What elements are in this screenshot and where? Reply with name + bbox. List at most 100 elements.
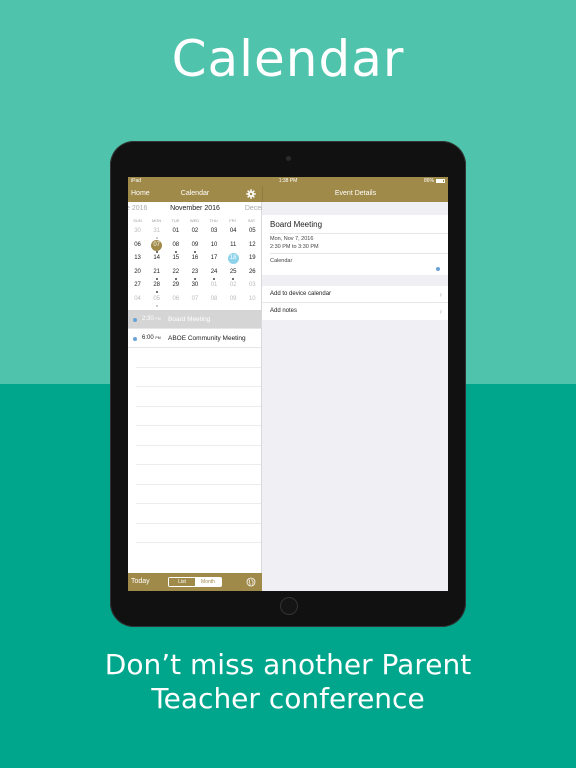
chevron-right-icon: ›: [439, 290, 442, 299]
calendar-day[interactable]: 30: [128, 226, 147, 240]
action-label: Add to device calendar: [270, 291, 332, 297]
home-button[interactable]: Home: [131, 186, 150, 202]
calendar-day-selected[interactable]: 07: [147, 239, 166, 254]
calendar-day[interactable]: 22: [166, 267, 185, 281]
left-navbar: Calendar Home: [128, 186, 262, 202]
device-screen: iPad 1:38 PM 86% Calendar Home Event Det…: [128, 177, 448, 591]
month-view-button[interactable]: Month: [195, 578, 221, 586]
weekday-label: FRI: [229, 218, 236, 223]
calendar-day[interactable]: 19: [243, 253, 262, 267]
calendar-day[interactable]: 15: [166, 253, 185, 267]
weekday-label: MON: [151, 218, 162, 223]
headline: Calendar: [171, 30, 405, 88]
calendar-day[interactable]: 20: [128, 267, 147, 281]
gear-icon[interactable]: [246, 189, 256, 199]
weekday-header: SUN MON TUE WED THU FRI SAT: [128, 216, 261, 226]
calendar-day[interactable]: 10: [205, 240, 224, 254]
list-item: [136, 426, 261, 446]
list-item: [136, 465, 261, 485]
today-button[interactable]: Today: [131, 573, 150, 591]
calendar-day[interactable]: 28: [147, 280, 166, 294]
calendar-day[interactable]: 26: [243, 267, 262, 281]
calendar-day[interactable]: 13: [128, 253, 147, 267]
right-navbar: Event Details: [262, 186, 448, 202]
calendar-day[interactable]: 17: [205, 253, 224, 267]
list-item: [136, 446, 261, 465]
globe-icon[interactable]: [246, 577, 256, 587]
event-detail-date: Mon, Nov 7, 2016: [270, 236, 314, 242]
divider: [270, 253, 448, 254]
bottom-toolbar: Today List Month: [128, 573, 262, 591]
list-item: [136, 485, 261, 504]
list-item: [136, 387, 261, 407]
list-view-button[interactable]: List: [169, 578, 195, 586]
calendar-color-dot: [436, 267, 440, 271]
home-hardware-button[interactable]: [280, 597, 298, 615]
calendar-day[interactable]: 30: [185, 280, 204, 294]
event-detail-calendar: Calendar: [270, 258, 293, 264]
calendar-day[interactable]: 21: [147, 267, 166, 281]
calendar-pane: e 2016 November 2016 Decem SUN MON TUE W…: [128, 202, 267, 573]
event-title: Board Meeting: [168, 316, 211, 323]
calendar-day[interactable]: 14: [147, 253, 166, 267]
event-detail-pane: Board Meeting Mon, Nov 7, 2016 2:30 PM t…: [262, 202, 448, 591]
tagline-line: Teacher conference: [151, 682, 425, 715]
status-battery: 86%: [424, 177, 445, 186]
event-details-title: Event Details: [334, 190, 377, 197]
ipad-device: iPad 1:38 PM 86% Calendar Home Event Det…: [110, 141, 466, 627]
add-to-device-calendar-button[interactable]: Add to device calendar ›: [262, 286, 448, 303]
calendar-day[interactable]: 03: [243, 280, 262, 294]
calendar-day[interactable]: 04: [128, 294, 147, 308]
event-detail-time: 2:30 PM to 3:30 PM: [270, 244, 319, 250]
calendar-day[interactable]: 01: [205, 280, 224, 294]
calendar-day[interactable]: 12: [243, 240, 262, 254]
calendar-day[interactable]: 06: [128, 240, 147, 254]
chevron-right-icon: ›: [439, 307, 442, 316]
battery-icon: [436, 178, 445, 183]
weekday-label: WED: [189, 218, 200, 223]
calendar-day[interactable]: 29: [166, 280, 185, 294]
weekday-label: SAT: [247, 218, 256, 223]
calendar-day-today[interactable]: 18: [224, 253, 243, 267]
list-item: [136, 504, 261, 524]
calendar-day[interactable]: 25: [224, 267, 243, 281]
event-row[interactable]: 6:00 PM ABOE Community Meeting: [128, 329, 261, 348]
calendar-day[interactable]: 11: [224, 240, 243, 254]
weekday-label: TUE: [171, 218, 180, 223]
calendar-day[interactable]: 10: [243, 294, 262, 308]
calendar-day[interactable]: 05: [243, 226, 262, 240]
weekday-label: THU: [209, 218, 218, 223]
calendar-day[interactable]: 31: [147, 226, 166, 240]
calendar-day[interactable]: 01: [166, 226, 185, 240]
calendar-day[interactable]: 27: [128, 280, 147, 294]
event-time: 6:00 PM: [142, 335, 161, 341]
event-detail-title: Board Meeting: [270, 220, 323, 229]
calendar-day[interactable]: 16: [185, 253, 204, 267]
calendar-day[interactable]: 05: [147, 294, 166, 308]
event-dot: [133, 318, 137, 322]
month-selector[interactable]: e 2016 November 2016 Decem: [128, 202, 267, 216]
calendar-day[interactable]: 24: [205, 267, 224, 281]
add-notes-button[interactable]: Add notes ›: [262, 303, 448, 320]
calendar-day[interactable]: 06: [166, 294, 185, 308]
calendar-day[interactable]: 04: [224, 226, 243, 240]
list-item: [136, 407, 261, 426]
calendar-day[interactable]: 08: [205, 294, 224, 308]
calendar-day[interactable]: 08: [166, 240, 185, 254]
calendar-grid: 30 31 01 02 03 04 05 06 07 08 09 10 11 1…: [128, 226, 261, 307]
event-title: ABOE Community Meeting: [168, 335, 246, 342]
calendar-day[interactable]: 23: [185, 267, 204, 281]
calendar-day[interactable]: 09: [185, 240, 204, 254]
event-time: 2:30 PM: [142, 316, 161, 322]
list-item: [136, 368, 261, 387]
status-time: 1:38 PM: [278, 178, 298, 184]
calendar-day[interactable]: 07: [185, 294, 204, 308]
calendar-day[interactable]: 03: [205, 226, 224, 240]
divider: [270, 233, 448, 234]
calendar-day[interactable]: 09: [224, 294, 243, 308]
event-row-selected[interactable]: 2:30 PM Board Meeting: [128, 310, 261, 329]
weekday-label: SUN: [133, 218, 142, 223]
calendar-day[interactable]: 02: [185, 226, 204, 240]
event-actions: Add to device calendar › Add notes ›: [262, 286, 448, 320]
calendar-day[interactable]: 02: [224, 280, 243, 294]
